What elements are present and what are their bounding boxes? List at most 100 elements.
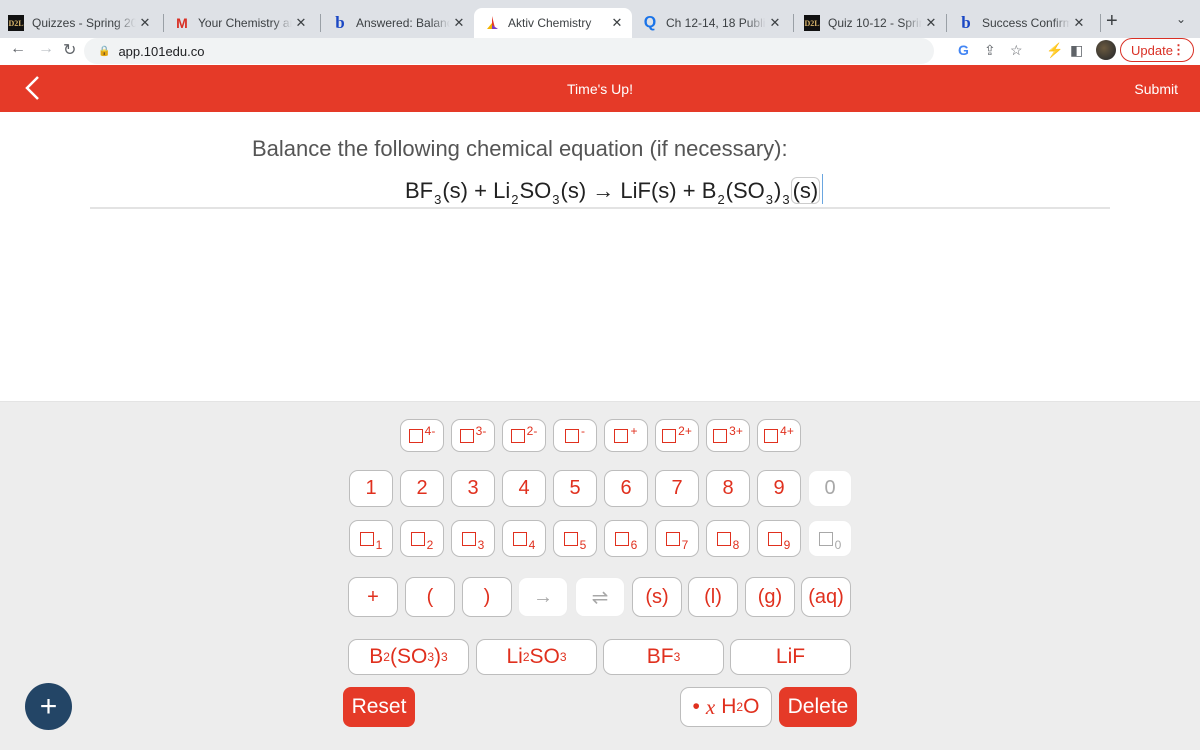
lock-icon: 🔒 bbox=[98, 45, 111, 57]
equilibrium-arrow-key[interactable]: ⇌ bbox=[575, 577, 625, 617]
compound-lif-key[interactable]: LiF bbox=[730, 639, 851, 675]
subscript-key-4[interactable]: 4 bbox=[502, 520, 546, 557]
state-aqueous-key[interactable]: (aq) bbox=[801, 577, 851, 617]
subscript-key-5[interactable]: 5 bbox=[553, 520, 597, 557]
question-prompt: Balance the following chemical equation … bbox=[252, 136, 788, 161]
equation-input[interactable]: BF3(s) + Li2SO3(s) → LiF(s) + B2(SO3)3 (s… bbox=[405, 174, 824, 207]
charge-4minus-key[interactable]: 4- bbox=[400, 419, 444, 452]
address-bar[interactable]: 🔒 app.101edu.co bbox=[84, 38, 934, 64]
add-floating-button[interactable]: + bbox=[25, 683, 72, 730]
extension-icon[interactable]: ⚡ bbox=[1046, 42, 1063, 59]
charge-3plus-key[interactable]: 3+ bbox=[706, 419, 750, 452]
share-icon[interactable]: ⇪ bbox=[984, 42, 996, 59]
number-key-8[interactable]: 8 bbox=[706, 470, 750, 507]
number-key-4[interactable]: 4 bbox=[502, 470, 546, 507]
tab-separator bbox=[320, 14, 321, 32]
number-key-9[interactable]: 9 bbox=[757, 470, 801, 507]
browser-tab-active[interactable]: Aktiv Chemistry ✕ bbox=[474, 8, 632, 38]
browser-tab[interactable]: D2L Quiz 10-12 - Spring 2023 ✕ bbox=[796, 8, 946, 38]
subscript-key-0[interactable]: 0 bbox=[808, 520, 852, 557]
back-arrow-icon[interactable]: ← bbox=[10, 40, 26, 58]
forward-arrow-icon[interactable]: → bbox=[38, 40, 54, 58]
tab-separator bbox=[946, 14, 947, 32]
state-solid-key[interactable]: (s) bbox=[632, 577, 682, 617]
product-lif: LiF(s) bbox=[620, 178, 677, 203]
state-gas-key[interactable]: (g) bbox=[745, 577, 795, 617]
subscript-key-6[interactable]: 6 bbox=[604, 520, 648, 557]
update-label: Update bbox=[1131, 42, 1173, 58]
subscript-key-1[interactable]: 1 bbox=[349, 520, 393, 557]
close-tab-icon[interactable]: ✕ bbox=[608, 15, 626, 31]
new-tab-button[interactable]: + bbox=[1106, 10, 1118, 33]
quizlet-icon: Q bbox=[643, 14, 657, 31]
close-tab-icon[interactable]: ✕ bbox=[292, 15, 310, 31]
timer-status: Time's Up! bbox=[567, 81, 633, 97]
tab-separator bbox=[793, 14, 794, 32]
subscript-key-8[interactable]: 8 bbox=[706, 520, 750, 557]
charge-minus-key[interactable]: - bbox=[553, 419, 597, 452]
charge-4plus-key[interactable]: 4+ bbox=[757, 419, 801, 452]
d2l-icon: D2L bbox=[8, 15, 24, 31]
tab-title: Your Chemistry answer bbox=[198, 16, 292, 30]
yields-arrow-key[interactable]: → bbox=[518, 577, 568, 617]
browser-tab[interactable]: Q Ch 12-14, 18 Public sp ✕ bbox=[634, 8, 790, 38]
charge-2minus-key[interactable]: 2- bbox=[502, 419, 546, 452]
aktiv-icon bbox=[484, 15, 500, 31]
charge-2plus-key[interactable]: 2+ bbox=[655, 419, 699, 452]
reset-button[interactable]: Reset bbox=[343, 687, 415, 727]
number-key-5[interactable]: 5 bbox=[553, 470, 597, 507]
app-header: Time's Up! Submit bbox=[0, 65, 1200, 112]
close-tab-icon[interactable]: ✕ bbox=[766, 15, 784, 31]
hydrate-water-key[interactable]: • x H 2 O bbox=[680, 687, 772, 727]
gmail-icon: M bbox=[176, 15, 188, 31]
compound-b2so33-key[interactable]: B 2 (SO 3) 3 bbox=[348, 639, 469, 675]
compound-li2so3-key[interactable]: Li 2 SO 3 bbox=[476, 639, 597, 675]
subscript-key-3[interactable]: 3 bbox=[451, 520, 495, 557]
number-key-6[interactable]: 6 bbox=[604, 470, 648, 507]
equation-underline bbox=[90, 207, 1110, 209]
subscript-key-2[interactable]: 2 bbox=[400, 520, 444, 557]
close-paren-key[interactable]: ) bbox=[462, 577, 512, 617]
close-tab-icon[interactable]: ✕ bbox=[1070, 15, 1088, 31]
subscript-key-9[interactable]: 9 bbox=[757, 520, 801, 557]
number-key-7[interactable]: 7 bbox=[655, 470, 699, 507]
bartleby-icon: b bbox=[961, 13, 971, 32]
submit-button[interactable]: Submit bbox=[1134, 81, 1178, 97]
google-icon[interactable]: G bbox=[958, 42, 969, 58]
tab-title: Quiz 10-12 - Spring 2023 bbox=[828, 16, 922, 30]
text-caret bbox=[822, 174, 824, 204]
charge-3minus-key[interactable]: 3- bbox=[451, 419, 495, 452]
close-tab-icon[interactable]: ✕ bbox=[136, 15, 154, 31]
number-key-1[interactable]: 1 bbox=[349, 470, 393, 507]
update-button[interactable]: Update ⋮ bbox=[1120, 38, 1194, 62]
delete-button[interactable]: Delete bbox=[779, 687, 857, 727]
tab-separator bbox=[1100, 14, 1101, 32]
number-key-0[interactable]: 0 bbox=[808, 470, 852, 507]
side-panel-icon[interactable]: ◧ bbox=[1070, 42, 1083, 59]
bookmark-star-icon[interactable]: ☆ bbox=[1010, 42, 1023, 59]
tab-search-icon[interactable]: ⌄ bbox=[1176, 12, 1186, 26]
profile-avatar[interactable] bbox=[1096, 40, 1116, 60]
charge-plus-key[interactable]: + bbox=[604, 419, 648, 452]
browser-tab-strip: D2L Quizzes - Spring 2023 ✕ M Your Chemi… bbox=[0, 0, 1200, 38]
browser-tab[interactable]: b Success Confirmation ✕ bbox=[950, 8, 1094, 38]
compound-bf3-key[interactable]: BF 3 bbox=[603, 639, 724, 675]
reload-icon[interactable]: ↻ bbox=[63, 40, 76, 60]
browser-tab[interactable]: b Answered: Balance the ✕ bbox=[324, 8, 474, 38]
number-key-3[interactable]: 3 bbox=[451, 470, 495, 507]
plus-sign: + bbox=[682, 178, 696, 203]
product-b2so33: B2(SO3)3 (s) bbox=[701, 177, 821, 207]
d2l-icon: D2L bbox=[804, 15, 820, 31]
bartleby-icon: b bbox=[335, 13, 345, 32]
subscript-key-7[interactable]: 7 bbox=[655, 520, 699, 557]
close-tab-icon[interactable]: ✕ bbox=[450, 15, 468, 31]
open-paren-key[interactable]: ( bbox=[405, 577, 455, 617]
browser-tab[interactable]: M Your Chemistry answer ✕ bbox=[166, 8, 316, 38]
keypad: 4- 3- 2- - + 2+ 3+ 4+ 1 2 3 4 5 6 7 8 9 … bbox=[0, 401, 1200, 750]
plus-key[interactable]: + bbox=[348, 577, 398, 617]
close-tab-icon[interactable]: ✕ bbox=[922, 15, 940, 31]
more-menu-icon: ⋮ bbox=[1172, 42, 1185, 57]
browser-tab[interactable]: D2L Quizzes - Spring 2023 ✕ bbox=[0, 8, 160, 38]
state-liquid-key[interactable]: (l) bbox=[688, 577, 738, 617]
number-key-2[interactable]: 2 bbox=[400, 470, 444, 507]
